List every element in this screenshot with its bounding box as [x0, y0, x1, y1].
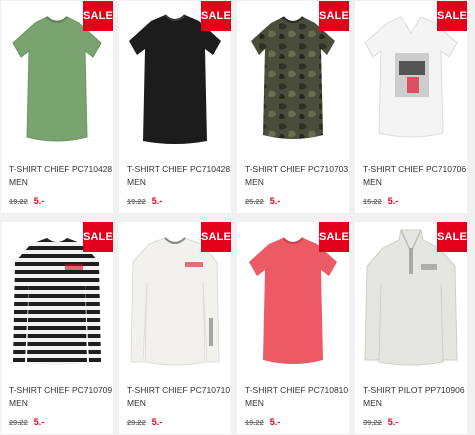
sale-badge: SALE	[201, 1, 231, 31]
old-price: 29.22	[127, 418, 146, 427]
product-category: MEN	[9, 177, 28, 187]
sale-badge: SALE	[201, 222, 231, 252]
product-title[interactable]: T-SHIRT CHIEF PC710428 MEN	[127, 163, 231, 189]
product-category: MEN	[363, 177, 382, 187]
sale-badge: SALE	[437, 222, 467, 252]
old-price: 19.22	[245, 418, 264, 427]
old-price: 19.22	[127, 197, 146, 206]
product-name[interactable]: T-SHIRT CHIEF PC710703	[245, 163, 349, 176]
product-category: MEN	[245, 398, 264, 408]
price-row: 19.22 5.-	[245, 417, 280, 429]
product-title[interactable]: T-SHIRT CHIEF PC710810 MEN	[245, 384, 349, 410]
product-title[interactable]: T-SHIRT CHIEF PC710706 MEN	[363, 163, 467, 189]
product-category: MEN	[245, 177, 264, 187]
product-title[interactable]: T-SHIRT PILOT PP710906 MEN	[363, 384, 467, 410]
price-row: 19.22 5.-	[127, 196, 162, 208]
sale-badge: SALE	[83, 222, 113, 252]
sale-price: 5.-	[151, 417, 163, 427]
sale-price: 5.-	[387, 417, 399, 427]
product-card[interactable]: SALE T-SHIRT CHIEF PC710810 MEN 19.22 5.…	[237, 222, 349, 434]
product-card[interactable]: SALE T-SHIRT PILOT PP710906 MEN 39.22 5.…	[355, 222, 467, 434]
sale-badge: SALE	[83, 1, 113, 31]
product-grid: SALE T-SHIRT CHIEF PC710428 MEN 19.22 5.…	[0, 0, 475, 435]
price-row: 29.22 5.-	[9, 417, 44, 429]
sale-price: 5.-	[269, 196, 281, 206]
sale-price: 5.-	[151, 196, 163, 206]
product-card[interactable]: SALE T-SHIRT CHIEF PC710706 MEN 15.22 5.…	[355, 1, 467, 213]
old-price: 19.22	[9, 197, 28, 206]
sale-price: 5.-	[33, 417, 45, 427]
price-row: 19.22 5.-	[9, 196, 44, 208]
product-name[interactable]: T-SHIRT CHIEF PC710709	[9, 384, 113, 397]
product-name[interactable]: T-SHIRT PILOT PP710906	[363, 384, 467, 397]
price-row: 39.22 5.-	[363, 417, 398, 429]
product-name[interactable]: T-SHIRT CHIEF PC710428	[127, 163, 231, 176]
old-price: 29.22	[9, 418, 28, 427]
product-title[interactable]: T-SHIRT CHIEF PC710710 MEN	[127, 384, 231, 410]
old-price: 39.22	[363, 418, 382, 427]
product-title[interactable]: T-SHIRT CHIEF PC710428 MEN	[9, 163, 113, 189]
old-price: 15.22	[363, 197, 382, 206]
product-card[interactable]: SALE T-SHIRT CHIEF PC710428 MEN 19.22 5.…	[119, 1, 231, 213]
product-name[interactable]: T-SHIRT CHIEF PC710706	[363, 163, 467, 176]
product-category: MEN	[363, 398, 382, 408]
sale-badge: SALE	[319, 1, 349, 31]
product-category: MEN	[9, 398, 28, 408]
product-category: MEN	[127, 398, 146, 408]
sale-price: 5.-	[387, 196, 399, 206]
price-row: 29.22 5.-	[127, 417, 162, 429]
old-price: 25.22	[245, 197, 264, 206]
sale-price: 5.-	[33, 196, 45, 206]
product-card[interactable]: SALE T-SHIRT CHIEF PC710709 MEN 29.22 5.…	[1, 222, 113, 434]
sale-price: 5.-	[269, 417, 281, 427]
product-name[interactable]: T-SHIRT CHIEF PC710810	[245, 384, 349, 397]
product-card[interactable]: SALE T-SHIRT CHIEF PC710428 MEN 19.22 5.…	[1, 1, 113, 213]
product-card[interactable]: SALE T-SHIRT CHIEF PC710710 MEN 29.22 5.…	[119, 222, 231, 434]
product-title[interactable]: T-SHIRT CHIEF PC710709 MEN	[9, 384, 113, 410]
product-category: MEN	[127, 177, 146, 187]
product-name[interactable]: T-SHIRT CHIEF PC710428	[9, 163, 113, 176]
price-row: 25.22 5.-	[245, 196, 280, 208]
price-row: 15.22 5.-	[363, 196, 398, 208]
product-card[interactable]: SALE T-SHIRT CHIEF PC710703 MEN 25.22 5.…	[237, 1, 349, 213]
product-name[interactable]: T-SHIRT CHIEF PC710710	[127, 384, 231, 397]
sale-badge: SALE	[437, 1, 467, 31]
sale-badge: SALE	[319, 222, 349, 252]
product-title[interactable]: T-SHIRT CHIEF PC710703 MEN	[245, 163, 349, 189]
